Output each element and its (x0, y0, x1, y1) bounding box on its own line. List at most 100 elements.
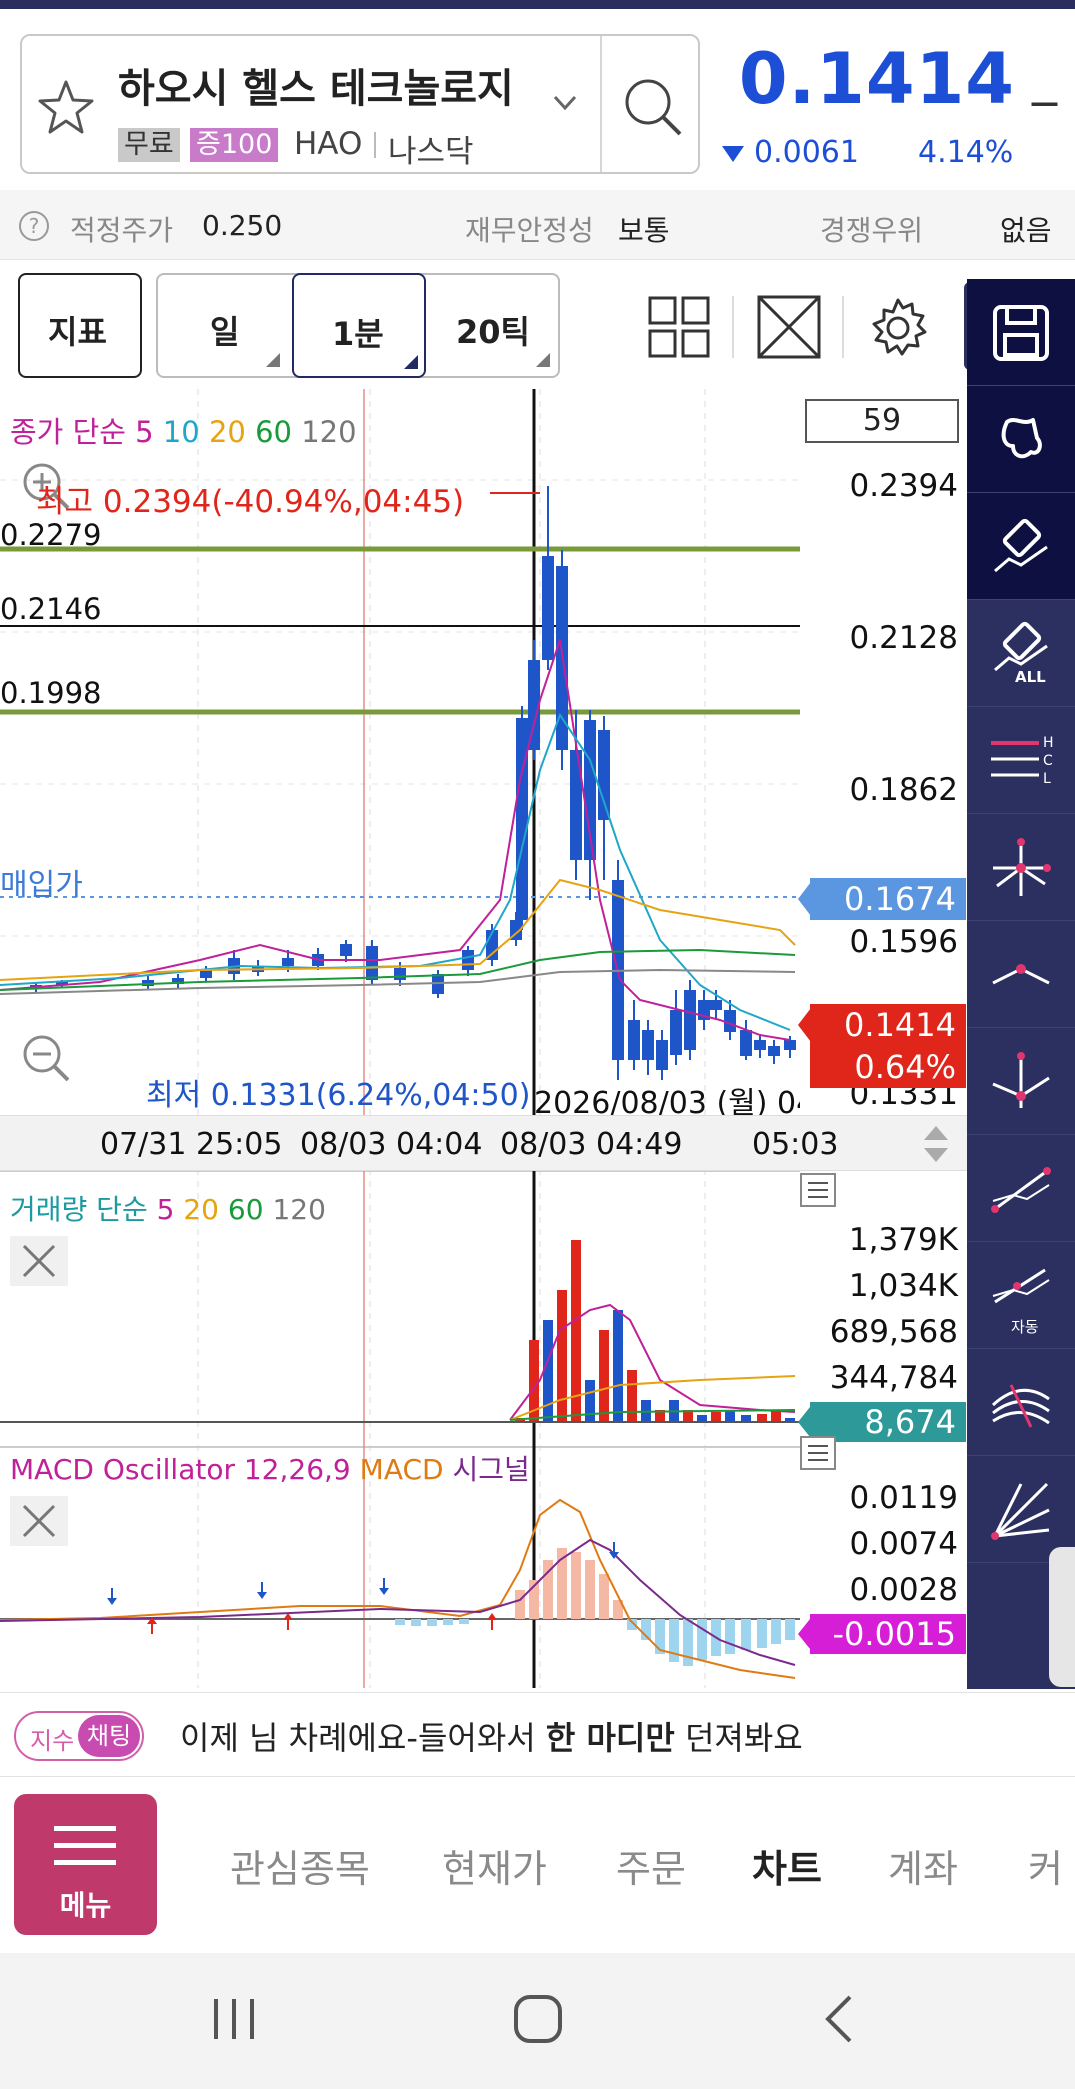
stability-value: 보통 (618, 214, 670, 247)
close-panel-icon[interactable] (10, 1496, 68, 1546)
flag-tool-button[interactable] (967, 386, 1075, 493)
hline-label-3: 0.1998 (0, 676, 102, 710)
volume-bar (741, 1415, 751, 1422)
all-label: ALL (1015, 668, 1046, 686)
buy-price-label: 매입가 (0, 868, 83, 903)
hcl-icon: HCL (991, 735, 1054, 787)
indicator-button[interactable]: 지표 (18, 273, 142, 378)
period-tick-button[interactable]: 20틱 (428, 275, 558, 376)
layout-grid-icon[interactable] (648, 296, 710, 358)
menu-button[interactable]: 메뉴 (14, 1794, 157, 1935)
candle-body (740, 1030, 752, 1056)
chat-pill-chat: 채팅 (78, 1715, 140, 1757)
bar-count-box[interactable]: 59 (805, 399, 959, 443)
nav-quote[interactable]: 현재가 (442, 1838, 547, 1893)
panel-menu-icon[interactable] (800, 1173, 836, 1207)
exchange: 나스닥 (388, 134, 474, 170)
chat-message: 이제 님 차례에요-들어와서 한 마디만 던져봐요 (180, 1713, 803, 1759)
volume-legend-20: 20 (183, 1193, 219, 1226)
trend-point-tool-button[interactable] (967, 1028, 1075, 1135)
period-minute-label: 1분 (332, 315, 384, 353)
candle-body (366, 946, 378, 980)
fan-tool-button[interactable] (967, 1349, 1075, 1456)
candle-body (282, 958, 294, 966)
back-icon[interactable] (820, 1993, 860, 2045)
stock-selector[interactable]: 하오시 헬스 테크놀로지 무료 증100 HAO 나스닥 (20, 34, 700, 174)
cross-tool-button[interactable] (967, 814, 1075, 921)
hcl-tool-button[interactable]: HCL (967, 707, 1075, 814)
favorite-star-icon[interactable] (36, 78, 96, 138)
volume-y-label: 1,379K (848, 1222, 958, 1258)
ma-legend-60: 60 (255, 415, 292, 449)
zoom-out-icon[interactable] (20, 1032, 72, 1084)
svg-text:C: C (1043, 753, 1053, 769)
price-suffix: _ (1032, 48, 1057, 106)
help-icon[interactable]: ? (18, 210, 50, 242)
fullscreen-icon[interactable] (756, 294, 822, 360)
period-selector: 일 1분 20틱 (156, 273, 560, 378)
volume-bar (613, 1310, 623, 1422)
trend-point-icon (992, 1052, 1050, 1108)
current-price-tag-value: 0.1414 (844, 1006, 956, 1044)
bottom-nav: 메뉴 관심종목 현재가 주문 차트 계좌 커 (0, 1778, 1075, 1953)
hline-label-1: 0.2279 (0, 518, 102, 552)
macd-hist-bar (599, 1574, 609, 1619)
ma-legend-120: 120 (301, 415, 357, 449)
chat-banner[interactable]: 지수 채팅 이제 님 차례에요-들어와서 한 마디만 던져봐요 (0, 1692, 1075, 1777)
close-panel-icon[interactable] (10, 1236, 68, 1286)
x-axis-bar[interactable]: 07/31 25:05 08/03 04:04 08/03 04:49 05:0… (0, 1115, 967, 1171)
indicator-label: 지표 (48, 313, 107, 351)
chat-pill-index: 지수 (30, 1727, 75, 1755)
chevron-down-icon[interactable] (552, 94, 578, 112)
axis-scroll-icon[interactable] (922, 1124, 950, 1164)
save-tool-button[interactable] (967, 279, 1075, 386)
candle-body (628, 1020, 640, 1060)
nav-more[interactable]: 커 (1028, 1838, 1063, 1893)
nav-account[interactable]: 계좌 (888, 1838, 958, 1893)
current-pct-tag-value: 0.64% (854, 1048, 956, 1086)
advantage-label: 경쟁우위 (820, 214, 924, 247)
system-nav-bar (0, 1953, 1075, 2089)
eraser-all-tool-button[interactable]: ALL (967, 600, 1075, 707)
macd-hist-bar (443, 1619, 453, 1625)
current-price-tag: 0.1414 0.64% (810, 1004, 966, 1088)
auto-trend-tool-button[interactable]: 자동 (967, 1242, 1075, 1349)
macd-hist-bar (741, 1619, 751, 1650)
advantage-value: 없음 (1000, 214, 1052, 247)
recent-apps-icon[interactable] (210, 1995, 258, 2043)
candle-body (684, 990, 696, 1050)
macd-hist-bar (757, 1619, 767, 1648)
chat-msg-suffix: 던져봐요 (674, 1719, 803, 1757)
nav-chart[interactable]: 차트 (752, 1838, 822, 1893)
auto-label: 자동 (1011, 1318, 1039, 1336)
volume-bar (697, 1415, 707, 1422)
settings-gear-icon[interactable] (866, 296, 930, 360)
svg-text:?: ? (29, 214, 40, 238)
search-icon[interactable] (620, 74, 686, 140)
price-change: 0.0061 (754, 135, 859, 170)
nav-order[interactable]: 주문 (616, 1838, 686, 1893)
candle-body (200, 970, 212, 978)
nav-watchlist[interactable]: 관심종목 (230, 1838, 370, 1893)
sidebar-handle[interactable] (1049, 1547, 1075, 1687)
hline-label-2: 0.2146 (0, 592, 102, 626)
y-label: 0.1596 (849, 924, 958, 960)
panel-menu-icon[interactable] (800, 1436, 836, 1470)
candle-body (462, 950, 474, 970)
volume-bar (585, 1380, 595, 1422)
volume-bar (711, 1412, 721, 1422)
eraser-tool-button[interactable] (967, 493, 1075, 600)
volume-legend-5: 5 (156, 1193, 175, 1226)
volume-bar (599, 1330, 609, 1422)
x-label: 08/03 04:49 (500, 1127, 683, 1162)
chat-toggle[interactable]: 지수 채팅 (14, 1711, 144, 1761)
volume-legend-label: 거래량 단순 (10, 1193, 148, 1226)
y-label: 0.1862 (849, 772, 958, 808)
trend-line-tool-button[interactable] (967, 1135, 1075, 1242)
candle-body (754, 1040, 766, 1050)
home-icon[interactable] (512, 1993, 564, 2045)
period-minute-button[interactable]: 1분 (292, 273, 426, 378)
macd-hist-bar (395, 1619, 405, 1625)
period-day-button[interactable]: 일 (158, 275, 288, 376)
peak-tool-button[interactable] (967, 921, 1075, 1028)
